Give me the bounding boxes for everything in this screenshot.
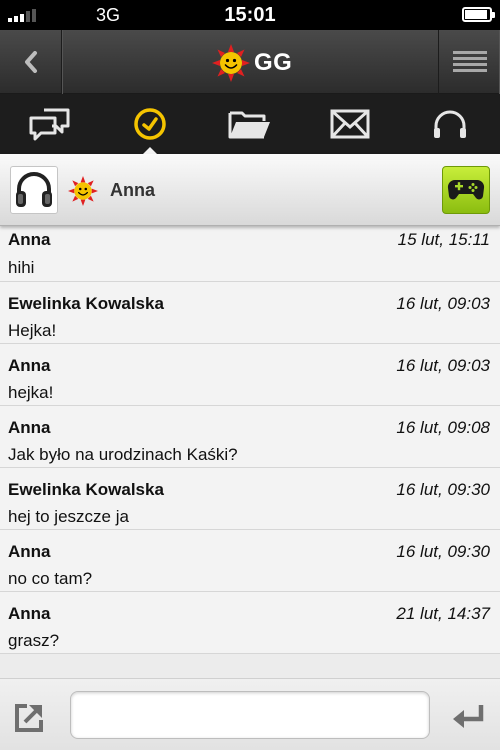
- message-sender: Ewelinka Kowalska: [8, 294, 164, 313]
- tab-audio[interactable]: [400, 94, 500, 154]
- menu-button[interactable]: [438, 30, 500, 94]
- message-text: Jak było na urodzinach Kaśki?: [8, 445, 238, 464]
- send-button[interactable]: [450, 701, 486, 733]
- status-time: 15:01: [224, 4, 276, 26]
- gg-sun-logo-icon: [212, 44, 250, 82]
- return-arrow-icon: [453, 705, 484, 728]
- envelope-icon: [330, 109, 370, 139]
- tab-chats[interactable]: [0, 94, 100, 154]
- tab-messages[interactable]: [300, 94, 400, 154]
- title-bar: GG: [0, 30, 500, 94]
- battery-level-fill: [465, 10, 487, 19]
- message-timestamp: 15 lut, 15:11: [397, 230, 490, 249]
- message-text: hej to jeszcze ja: [8, 507, 129, 526]
- message-sender: Anna: [8, 230, 51, 249]
- tab-history[interactable]: [100, 94, 200, 155]
- contact-name: Anna: [110, 180, 155, 200]
- message-timestamp: 21 lut, 14:37: [396, 604, 490, 623]
- network-type: 3G: [96, 5, 121, 25]
- message-text: hihi: [8, 258, 35, 277]
- clock-icon: [134, 108, 166, 140]
- battery-icon: [462, 7, 495, 22]
- message-timestamp: 16 lut, 09:08: [396, 418, 490, 437]
- share-arrow-icon: [15, 704, 43, 732]
- tab-bar: [0, 94, 500, 155]
- hamburger-menu-icon: [452, 51, 487, 72]
- message-text: grasz?: [8, 631, 60, 650]
- message-item: Anna 15 lut, 15:11 hihi: [0, 226, 500, 282]
- logo-text: GG: [254, 49, 293, 76]
- message-item: Anna 16 lut, 09:03 hejka!: [0, 344, 500, 406]
- tab-files[interactable]: [200, 94, 300, 154]
- contact-header: Anna: [0, 154, 500, 226]
- game-button[interactable]: [442, 166, 490, 214]
- headphones-icon: [434, 110, 466, 138]
- message-item: Anna 16 lut, 09:08 Jak było na urodzinac…: [0, 406, 500, 468]
- chevron-left-icon: [24, 51, 37, 73]
- message-text: Hejka!: [8, 321, 57, 340]
- message-timestamp: 16 lut, 09:30: [396, 542, 490, 561]
- share-button[interactable]: [12, 701, 46, 735]
- status-bar: 3G 15:01: [0, 0, 500, 30]
- message-sender: Anna: [8, 418, 51, 437]
- message-sender: Anna: [8, 356, 51, 375]
- message-text: hejka!: [8, 383, 54, 402]
- message-sender: Anna: [8, 604, 51, 623]
- message-item: Ewelinka Kowalska 16 lut, 09:30 hej to j…: [0, 468, 500, 530]
- message-item: Ewelinka Kowalska 16 lut, 09:03 Hejka!: [0, 282, 500, 344]
- message-item: Anna 16 lut, 09:30 no co tam?: [0, 530, 500, 592]
- message-sender: Anna: [8, 542, 51, 561]
- gamepad-icon: [447, 179, 485, 200]
- message-input-bar: [0, 678, 500, 750]
- back-button[interactable]: [0, 30, 62, 94]
- gg-logo: GG: [212, 44, 292, 82]
- signal-strength-icon: [8, 9, 36, 22]
- message-input[interactable]: [70, 691, 430, 739]
- message-timestamp: 16 lut, 09:03: [396, 294, 490, 313]
- message-text: no co tam?: [8, 569, 93, 588]
- headphones-icon: [16, 172, 52, 207]
- message-item: Anna 21 lut, 14:37 grasz?: [0, 592, 500, 654]
- gg-sun-status-icon: [68, 176, 98, 206]
- message-timestamp: 16 lut, 09:30: [396, 480, 490, 499]
- avatar[interactable]: [10, 166, 58, 214]
- message-timestamp: 16 lut, 09:03: [396, 356, 490, 375]
- message-list[interactable]: Anna 15 lut, 15:11 hihi Ewelinka Kowalsk…: [0, 226, 500, 678]
- folder-icon: [228, 111, 270, 139]
- chat-bubbles-icon: [29, 108, 70, 141]
- message-sender: Ewelinka Kowalska: [8, 480, 164, 499]
